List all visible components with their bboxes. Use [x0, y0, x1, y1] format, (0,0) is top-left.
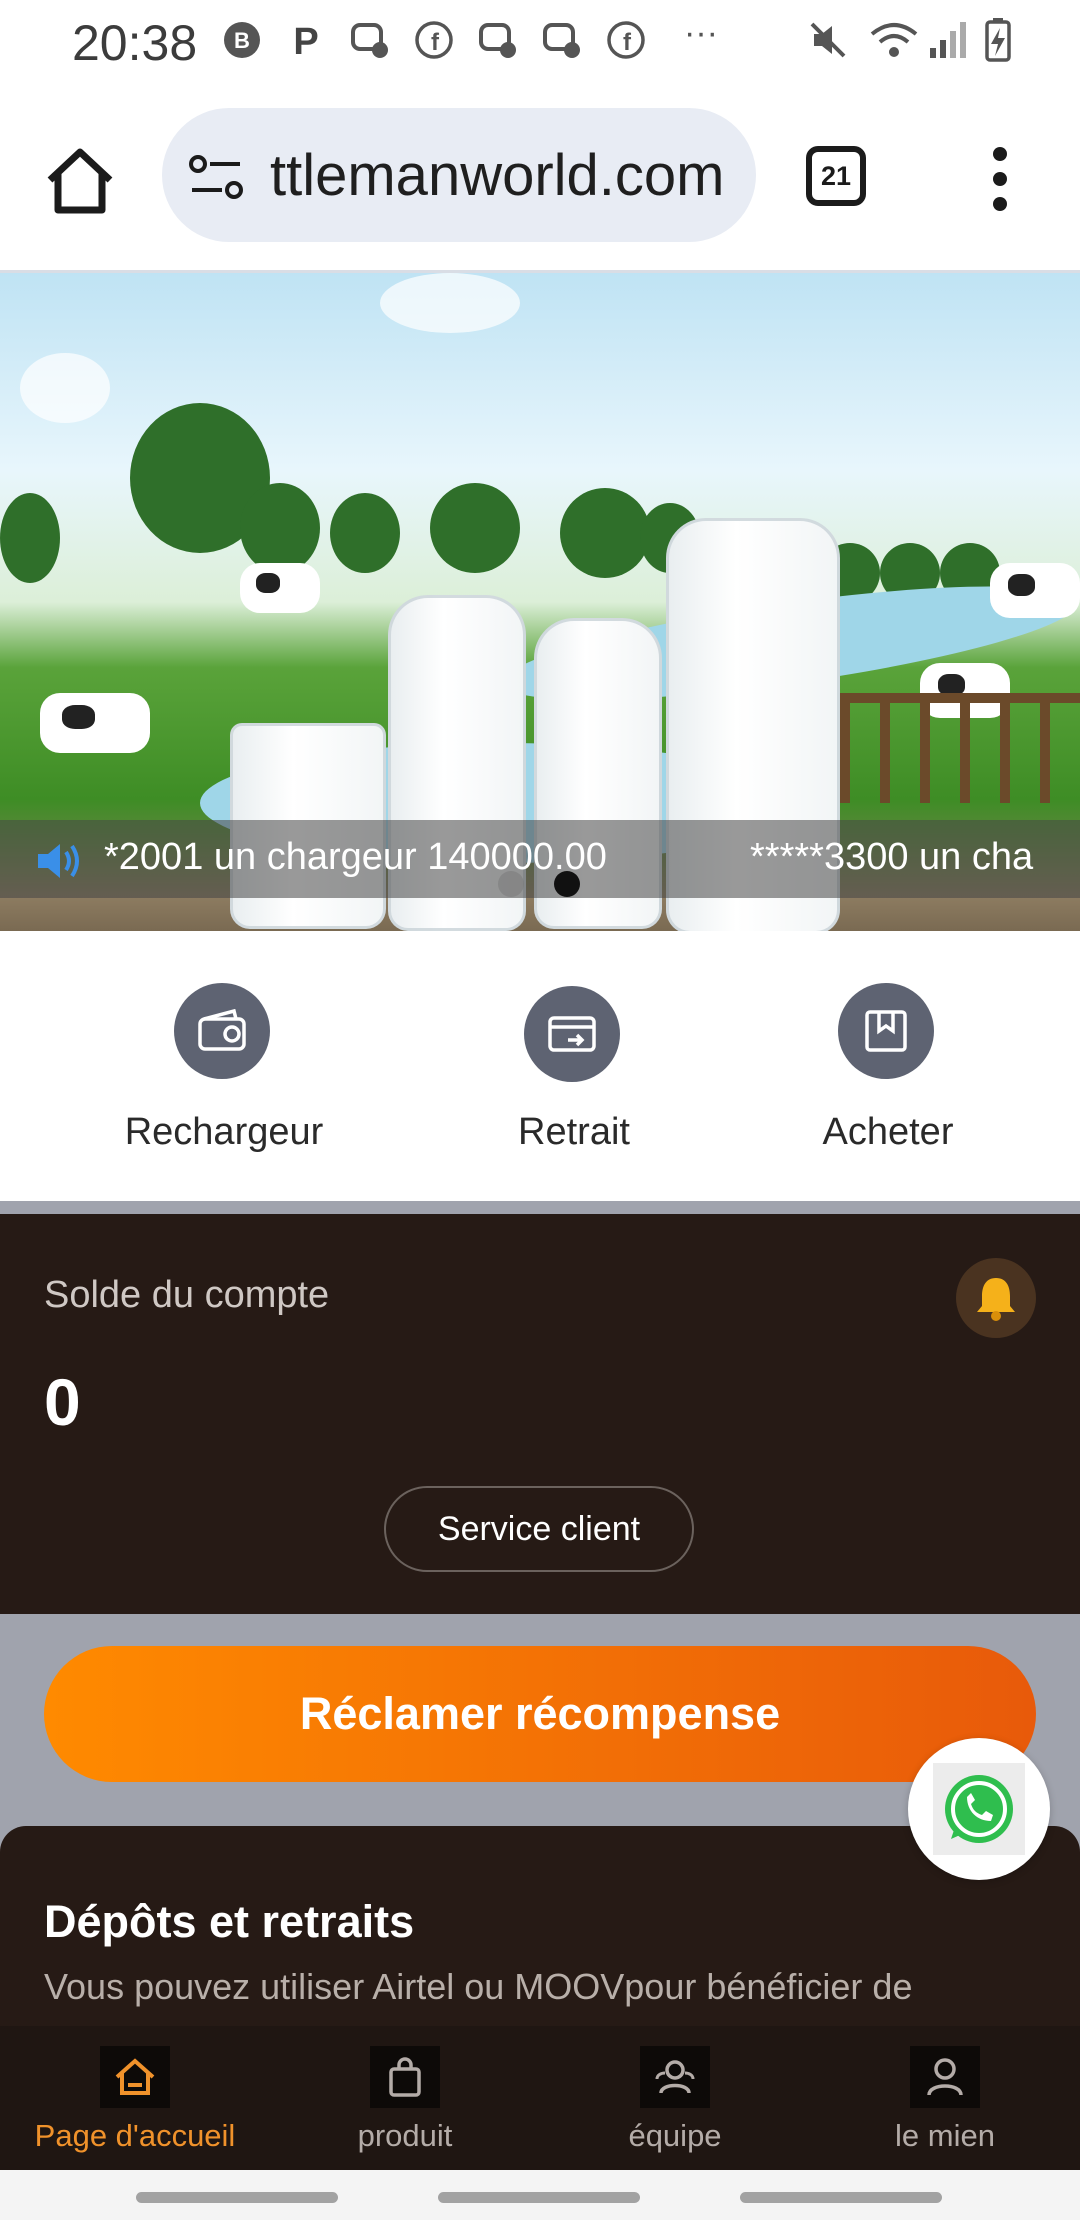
bookmark-box-icon [865, 1010, 907, 1052]
nav-product[interactable]: produit [270, 2026, 540, 2170]
svg-text:P: P [293, 21, 318, 60]
clock: 20:38 [72, 15, 198, 71]
notification-bell-icon[interactable] [956, 1258, 1036, 1338]
address-bar[interactable]: ttlemanworld.com [162, 108, 756, 242]
messenger-icon [350, 20, 390, 60]
tab-switcher-button[interactable]: 21 [806, 146, 866, 206]
svg-text:f: f [431, 29, 440, 56]
facebook-icon: f [606, 20, 646, 60]
info-description: Vous pouvez utiliser Airtel ou MOOVpour … [44, 1966, 913, 2007]
hero-banner[interactable]: *2001 un chargeur 140000.00 *****3300 un… [0, 273, 1080, 931]
tree [0, 493, 60, 583]
balance-label: Solde du compte [44, 1274, 330, 1316]
cloud [20, 353, 110, 423]
back-gesture[interactable] [740, 2192, 942, 2203]
withdraw-label[interactable]: Retrait [424, 1111, 724, 1154]
recents-gesture[interactable] [136, 2192, 338, 2203]
messenger-icon [542, 20, 582, 60]
whatsapp-icon [933, 1763, 1025, 1855]
team-icon [640, 2046, 710, 2108]
speaker-icon [34, 840, 82, 882]
buy-button[interactable] [838, 983, 934, 1079]
nav-team-label: équipe [628, 2118, 722, 2153]
bag-icon [370, 2046, 440, 2108]
nav-mine-label: le mien [895, 2118, 995, 2153]
withdraw-card-icon [548, 1016, 596, 1052]
cow-figurine [990, 563, 1080, 618]
announcement-ticker: *2001 un chargeur 140000.00 *****3300 un… [0, 820, 1080, 898]
home-button[interactable] [40, 142, 120, 222]
tree [430, 483, 520, 573]
ticker-text: *****3300 un cha [750, 836, 1034, 878]
wifi-icon [868, 20, 920, 60]
whatsapp-button[interactable] [908, 1738, 1050, 1880]
b-badge-icon: B [222, 20, 262, 60]
facebook-icon: f [414, 20, 454, 60]
tree [240, 483, 320, 573]
cow-figurine [40, 693, 150, 753]
home-gesture[interactable] [438, 2192, 640, 2203]
svg-text:B: B [234, 28, 250, 53]
tree [560, 488, 650, 578]
nav-home-label: Page d'accueil [34, 2118, 236, 2153]
signal-icon [928, 20, 968, 60]
overflow-menu-icon[interactable] [980, 144, 1020, 214]
buy-label[interactable]: Acheter [738, 1111, 1038, 1154]
carousel-dot[interactable] [498, 871, 524, 897]
recharge-label[interactable]: Rechargeur [74, 1111, 374, 1154]
nav-team[interactable]: équipe [540, 2026, 810, 2170]
ticker-text: *2001 un chargeur 140000.00 [104, 836, 607, 878]
svg-text:f: f [623, 29, 632, 56]
customer-service-button[interactable]: Service client [384, 1486, 694, 1572]
p-icon: P [286, 20, 326, 60]
messenger-icon [478, 20, 518, 60]
cloud [380, 273, 520, 333]
site-settings-icon[interactable] [188, 152, 246, 202]
system-navigation-bar [0, 2170, 1080, 2220]
nav-mine[interactable]: le mien [810, 2026, 1080, 2170]
more-icon: ··· [684, 14, 718, 52]
bottom-navigation: Page d'accueil produit équipe le mien [0, 2026, 1080, 2170]
quick-actions: Rechargeur Retrait Acheter [0, 931, 1080, 1201]
wallet-icon [198, 1009, 246, 1051]
battery-charging-icon [978, 18, 1018, 62]
withdraw-button[interactable] [524, 986, 620, 1082]
user-icon [910, 2046, 980, 2108]
balance-card: Solde du compte 0 Service client [0, 1214, 1080, 1614]
home-icon [100, 2046, 170, 2108]
nav-home[interactable]: Page d'accueil [0, 2026, 270, 2170]
cow-figurine [240, 563, 320, 613]
mute-icon [808, 20, 848, 60]
recharge-button[interactable] [174, 983, 270, 1079]
claim-reward-button[interactable]: Réclamer récompense [44, 1646, 1036, 1782]
tree [330, 493, 400, 573]
balance-amount: 0 [44, 1365, 81, 1439]
status-bar: 20:38 B P f f ··· [0, 0, 1080, 84]
info-title: Dépôts et retraits [44, 1896, 415, 1947]
carousel-dot-active[interactable] [554, 871, 580, 897]
nav-product-label: produit [357, 2118, 453, 2153]
fence [840, 693, 1080, 803]
url-text[interactable]: ttlemanworld.com [270, 142, 740, 209]
browser-toolbar: ttlemanworld.com 21 [0, 84, 1080, 273]
info-card: Dépôts et retraits Vous pouvez utiliser … [0, 1826, 1080, 2026]
